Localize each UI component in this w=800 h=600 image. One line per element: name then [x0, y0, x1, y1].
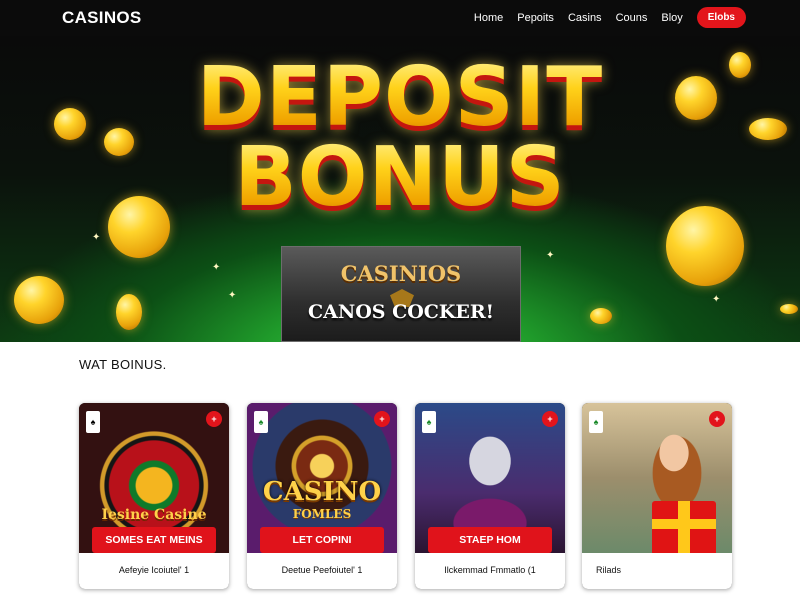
- nav-link-home[interactable]: Home: [474, 12, 503, 24]
- card-caption: Aefeyie Icoiutel' 1: [79, 553, 229, 589]
- spade-card-icon: ♠: [422, 411, 436, 433]
- badge-icon: +: [709, 411, 725, 427]
- nav-link-bonuses[interactable]: Couns: [616, 12, 648, 24]
- spade-card-icon: ♠: [589, 411, 603, 433]
- sparkle-icon: ✦: [212, 262, 221, 273]
- card-cta-button[interactable]: STAEP HOM: [428, 527, 552, 553]
- nav-links: Home Pepoits Casins Couns Bloy Elobs: [474, 7, 746, 28]
- banner-tagline: CANOS COCKER!: [307, 301, 495, 323]
- bonus-card[interactable]: CASINO FOMLES ♠ + LET COPINI Deetue Peef…: [247, 403, 397, 589]
- banner-headline: CASINIOS: [340, 261, 462, 286]
- card-art-title: CASINO: [262, 477, 382, 507]
- nav-link-blog[interactable]: Bloy: [661, 12, 682, 24]
- card-caption: Rilads: [582, 553, 732, 589]
- badge-icon: +: [542, 411, 558, 427]
- card-caption: Deetue Peefoiutel' 1: [247, 553, 397, 589]
- gold-coin-icon: [590, 308, 612, 324]
- gold-coin-icon: [780, 304, 798, 314]
- section-title: WAT BOINUS.: [79, 357, 167, 372]
- gold-coin-icon: [116, 294, 142, 330]
- badge-icon: +: [374, 411, 390, 427]
- bonus-card-grid: Iesine Casine ♠ + SOMES EAT MEINS Aefeyi…: [79, 403, 732, 589]
- hero-title-line2: BONUS: [0, 130, 800, 225]
- sparkle-icon: ✦: [228, 290, 237, 301]
- bonus-card[interactable]: ♠ + STAEP HOM Ilckemmad Fmmatlo (1: [415, 403, 565, 589]
- top-navbar: CASINOS Home Pepoits Casins Couns Bloy E…: [0, 0, 800, 36]
- sparkle-icon: ✦: [546, 250, 555, 261]
- nav-link-deposits[interactable]: Pepoits: [517, 12, 554, 24]
- sparkle-icon: ✦: [712, 294, 721, 305]
- card-cta-button[interactable]: LET COPINI: [260, 527, 384, 553]
- card-caption: Ilckemmad Fmmatlo (1: [415, 553, 565, 589]
- bonus-card[interactable]: ♠ + Rilads: [582, 403, 732, 589]
- gold-coin-icon: [14, 276, 64, 324]
- card-cta-button[interactable]: SOMES EAT MEINS: [92, 527, 216, 553]
- nav-cta-button[interactable]: Elobs: [696, 7, 746, 28]
- brand-logo[interactable]: CASINOS: [62, 8, 142, 28]
- sparkle-icon: ✦: [92, 232, 101, 243]
- spade-card-icon: ♠: [254, 411, 268, 433]
- card-art-title: Iesine Casine: [101, 507, 207, 523]
- hero-banner: ✦ ✦ ✦ ✦ ✦ DEPOSIT BONUS CASINIOS CANOS C…: [0, 36, 800, 342]
- spade-card-icon: ♠: [86, 411, 100, 433]
- badge-icon: +: [206, 411, 222, 427]
- bonus-card[interactable]: Iesine Casine ♠ + SOMES EAT MEINS Aefeyi…: [79, 403, 229, 589]
- card-art-subtitle: FOMLES: [292, 507, 352, 521]
- casino-promo-banner[interactable]: CASINIOS CANOS COCKER!: [281, 246, 521, 342]
- nav-link-casinos[interactable]: Casins: [568, 12, 602, 24]
